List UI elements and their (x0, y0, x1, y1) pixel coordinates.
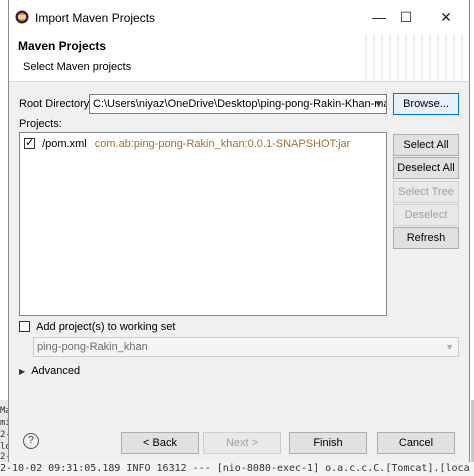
eclipse-app-icon (15, 10, 29, 24)
cancel-button[interactable]: Cancel (377, 432, 455, 454)
root-directory-combo[interactable]: C:\Users\niyaz\OneDrive\Desktop\ping-pon… (89, 94, 387, 114)
project-artifact: com.ab:ping-pong-Rakin_khan:0.0.1-SNAPSH… (94, 138, 351, 150)
maximize-icon[interactable]: ☐ (395, 6, 417, 28)
root-directory-value: C:\Users\niyaz\OneDrive\Desktop\ping-pon… (93, 98, 387, 110)
root-directory-label: Root Directory: (19, 98, 93, 110)
select-all-button[interactable]: Select All (393, 134, 459, 156)
import-maven-dialog: Import Maven Projects — ☐ ✕ Maven Projec… (8, 0, 470, 462)
close-icon[interactable]: ✕ (435, 6, 457, 28)
project-checkbox[interactable] (24, 135, 35, 151)
chevron-down-icon[interactable]: ▼ (374, 95, 383, 113)
window-title: Import Maven Projects (35, 11, 156, 25)
chevron-right-icon: ▶ (19, 367, 26, 376)
projects-tree[interactable]: /pom.xml com.ab:ping-pong-Rakin_khan:0.0… (19, 132, 387, 316)
minimize-icon[interactable]: — (368, 6, 390, 28)
advanced-toggle[interactable]: ▶ Advanced (19, 365, 80, 377)
header-banner-graphic (359, 34, 469, 81)
project-name: /pom.xml (42, 138, 87, 150)
working-set-label: Add project(s) to working set (36, 321, 176, 333)
deselect-all-button[interactable]: Deselect All (393, 157, 459, 179)
working-set-value: ping-pong-Rakin_khan (37, 341, 148, 353)
working-set-option[interactable]: Add project(s) to working set (19, 321, 175, 333)
working-set-checkbox[interactable] (19, 321, 30, 332)
browse-button[interactable]: Browse... (393, 93, 459, 115)
select-tree-button[interactable]: Select Tree (393, 181, 459, 203)
page-subtitle: Select Maven projects (23, 61, 132, 73)
refresh-button[interactable]: Refresh (393, 227, 459, 249)
tree-item[interactable]: /pom.xml com.ab:ping-pong-Rakin_khan:0.0… (24, 135, 351, 152)
help-icon[interactable]: ? (23, 433, 39, 449)
working-set-combo: ping-pong-Rakin_khan ▼ (33, 337, 459, 357)
back-button[interactable]: < Back (121, 432, 199, 454)
wizard-footer: ? < Back Next > Finish Cancel (9, 420, 469, 462)
wizard-header: Maven Projects Select Maven projects (9, 34, 469, 82)
deselect-tree-button[interactable]: Deselect Tree (393, 204, 459, 241)
next-button[interactable]: Next > (203, 432, 281, 454)
projects-label: Projects: (19, 118, 62, 130)
background-console-line: 2-10-02 09:31:05.189 INFO 16312 --- [nio… (0, 462, 474, 476)
finish-button[interactable]: Finish (289, 432, 367, 454)
chevron-down-icon: ▼ (445, 342, 454, 352)
advanced-label: Advanced (31, 365, 81, 377)
title-bar[interactable]: Import Maven Projects — ☐ ✕ (9, 0, 469, 34)
page-title: Maven Projects (18, 39, 107, 53)
